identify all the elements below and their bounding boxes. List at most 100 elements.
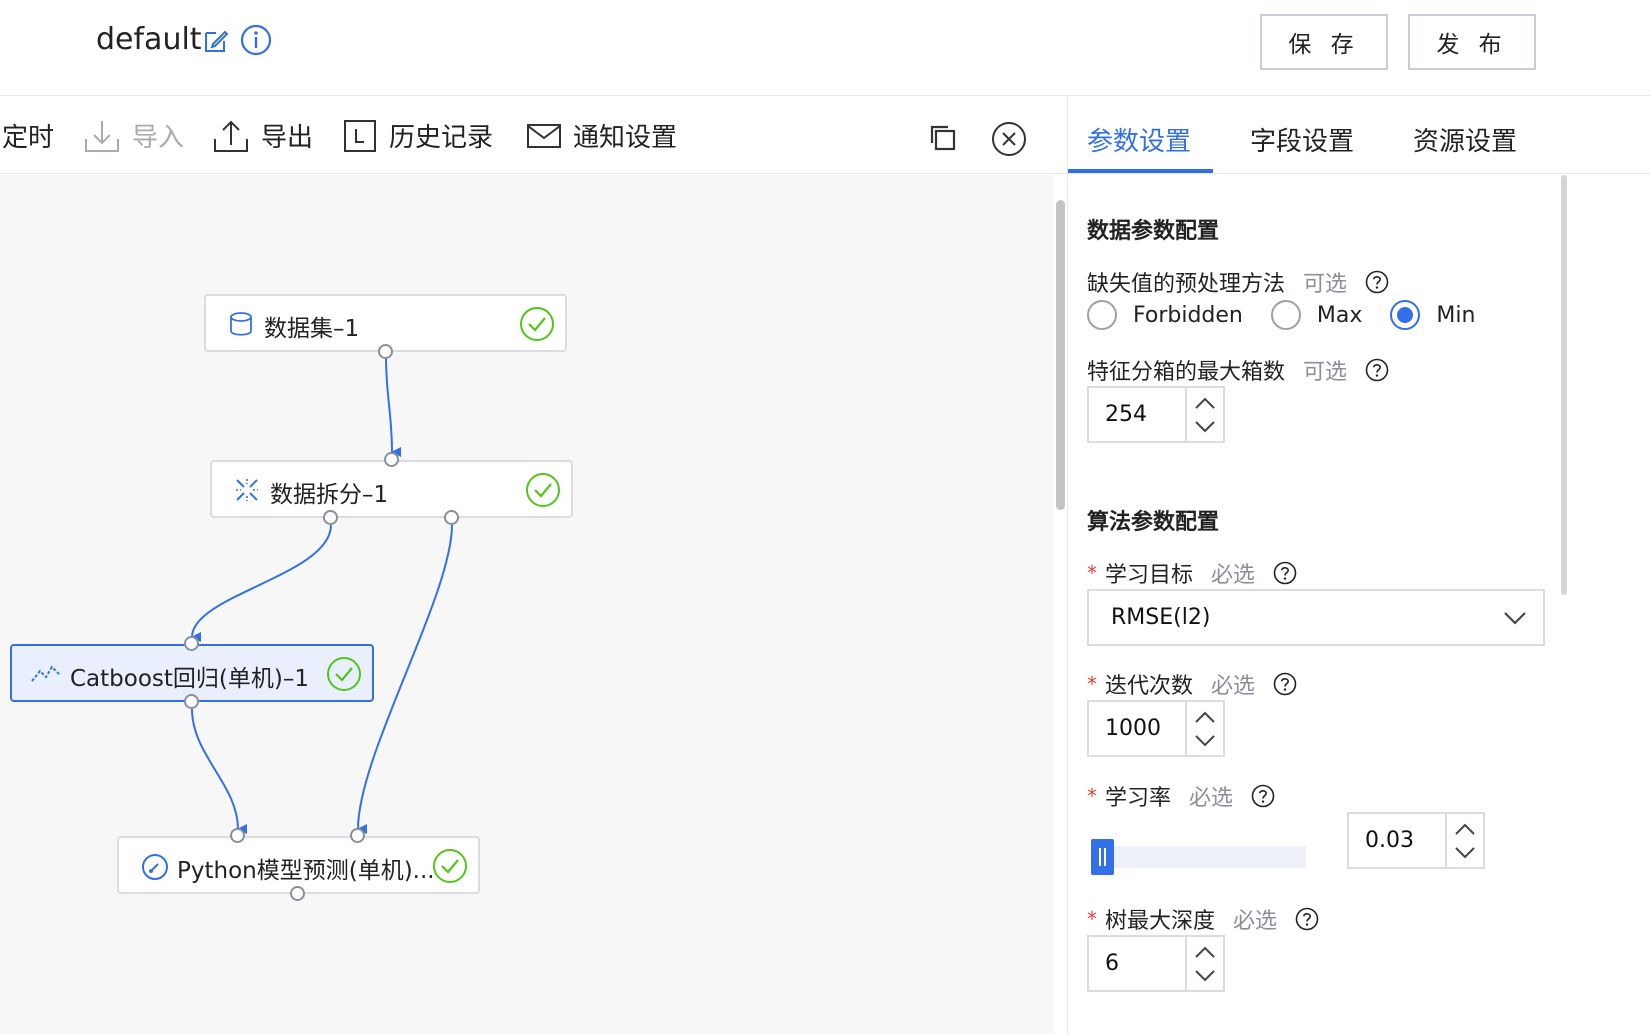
chevron-up-icon[interactable]: [1194, 396, 1216, 410]
notify-label: 通知设置: [573, 123, 678, 153]
input-port[interactable]: [230, 828, 245, 843]
chevron-down-icon[interactable]: [1194, 969, 1216, 983]
input-port[interactable]: [184, 636, 199, 651]
learning-rate-slider-handle[interactable]: [1091, 839, 1114, 875]
chevron-up-icon[interactable]: [1194, 710, 1216, 724]
chevron-up-icon[interactable]: [1194, 945, 1216, 959]
missing-value-radio-group: Forbidden Max Min: [1087, 298, 1503, 332]
edit-icon[interactable]: [203, 28, 229, 54]
help-icon[interactable]: [1273, 561, 1297, 585]
field-label: 树最大深度: [1105, 909, 1216, 934]
gauge-icon: [142, 854, 168, 880]
radio-label: Forbidden: [1133, 302, 1243, 328]
node-data-split[interactable]: 数据拆分–1: [210, 460, 573, 518]
radio-min[interactable]: Min: [1390, 300, 1475, 330]
field-label: 学习目标: [1105, 563, 1194, 588]
max-depth-stepper[interactable]: 6: [1087, 935, 1225, 992]
max-depth-label: * 树最大深度 必选: [1087, 903, 1319, 935]
iterations-stepper[interactable]: 1000: [1087, 700, 1225, 757]
stepper-value[interactable]: 0.03: [1365, 828, 1414, 853]
output-port[interactable]: [323, 510, 338, 525]
copy-icon[interactable]: [928, 123, 958, 153]
iterations-label: * 迭代次数 必选: [1087, 668, 1297, 700]
history-label: 历史记录: [389, 123, 494, 153]
database-icon: [230, 312, 252, 336]
max-bins-label: 特征分箱的最大箱数 可选: [1087, 354, 1389, 386]
chevron-down-icon[interactable]: [1454, 846, 1476, 860]
learning-rate-slider-track[interactable]: [1091, 846, 1306, 868]
export-icon: [214, 120, 248, 152]
algo-section-title: 算法参数配置: [1087, 510, 1220, 535]
regression-icon: [31, 665, 61, 682]
panel-divider: [1067, 96, 1068, 1034]
publish-button[interactable]: 发 布: [1408, 14, 1536, 70]
help-icon[interactable]: [1365, 270, 1389, 294]
success-check-icon: [520, 307, 554, 341]
radio-circle[interactable]: [1270, 300, 1301, 330]
output-port[interactable]: [290, 886, 305, 901]
history-button[interactable]: 历史记录: [343, 97, 493, 174]
help-icon[interactable]: [1251, 784, 1275, 808]
input-port[interactable]: [350, 828, 365, 843]
output-port[interactable]: [378, 344, 393, 359]
stepper-value[interactable]: 6: [1105, 951, 1119, 976]
optional-tag: 可选: [1303, 360, 1348, 385]
chevron-down-icon[interactable]: [1194, 420, 1216, 434]
tab-fields[interactable]: 字段设置: [1250, 121, 1354, 158]
radio-circle[interactable]: [1087, 300, 1117, 330]
max-bins-stepper[interactable]: 254: [1087, 386, 1225, 443]
learning-rate-stepper[interactable]: 0.03: [1347, 812, 1485, 869]
stepper-value[interactable]: 254: [1105, 402, 1147, 427]
workflow-canvas[interactable]: 数据集–1 数据拆分–1 Catboost回归(单机)–1 Python模型预测…: [0, 175, 1054, 1034]
active-tab-indicator: [1068, 169, 1213, 173]
import-button[interactable]: 导入: [84, 97, 184, 174]
export-button[interactable]: 导出: [213, 97, 313, 174]
learning-rate-label: * 学习率 必选: [1087, 780, 1275, 812]
objective-select[interactable]: RMSE(l2): [1087, 589, 1545, 646]
history-icon: [344, 119, 376, 152]
required-tag: 必选: [1189, 786, 1234, 811]
export-label: 导出: [261, 123, 314, 153]
help-icon[interactable]: [1365, 358, 1389, 382]
notify-button[interactable]: 通知设置: [527, 97, 677, 174]
required-tag: 必选: [1211, 563, 1256, 588]
info-icon[interactable]: [240, 24, 272, 56]
missing-value-label: 缺失值的预处理方法 可选: [1087, 266, 1389, 298]
output-port[interactable]: [184, 694, 199, 709]
radio-forbidden[interactable]: Forbidden: [1087, 300, 1243, 330]
required-asterisk: *: [1087, 907, 1097, 931]
schedule-button[interactable]: 定时: [2, 97, 54, 174]
close-icon[interactable]: [991, 121, 1027, 157]
canvas-scrollbar[interactable]: [1056, 200, 1065, 510]
required-asterisk: *: [1087, 672, 1097, 696]
help-icon[interactable]: [1295, 907, 1319, 931]
stepper-value[interactable]: 1000: [1105, 716, 1161, 741]
chevron-up-icon[interactable]: [1454, 822, 1476, 836]
chevron-down-icon[interactable]: [1194, 734, 1216, 748]
success-check-icon: [526, 473, 560, 507]
stepper-arrows: [1185, 702, 1223, 755]
objective-label: * 学习目标 必选: [1087, 557, 1297, 589]
tab-params[interactable]: 参数设置: [1087, 121, 1191, 158]
panel-scrollbar[interactable]: [1561, 175, 1567, 595]
radio-max[interactable]: Max: [1270, 300, 1363, 330]
node-label: Python模型预测(单机)...: [177, 858, 435, 884]
required-asterisk: *: [1087, 784, 1097, 808]
help-icon[interactable]: [1273, 672, 1297, 696]
import-icon: [85, 120, 119, 152]
output-port[interactable]: [444, 510, 459, 525]
success-check-icon: [327, 657, 361, 691]
required-tag: 必选: [1211, 674, 1256, 699]
input-port[interactable]: [384, 452, 399, 467]
schedule-label: 定时: [2, 123, 55, 153]
edge-catboost-predict: [191, 708, 248, 834]
tab-resources[interactable]: 资源设置: [1413, 121, 1517, 158]
header-bar: default 保 存 发 布: [0, 0, 1650, 96]
chevron-down-icon[interactable]: [1503, 611, 1527, 625]
node-label: Catboost回归(单机)–1: [70, 666, 309, 692]
edge-split-catboost: [191, 524, 332, 643]
panel-tabs: 参数设置 字段设置 资源设置: [1068, 97, 1650, 174]
save-button[interactable]: 保 存: [1260, 14, 1388, 70]
radio-label: Max: [1316, 302, 1363, 328]
radio-circle-selected[interactable]: [1390, 300, 1421, 330]
